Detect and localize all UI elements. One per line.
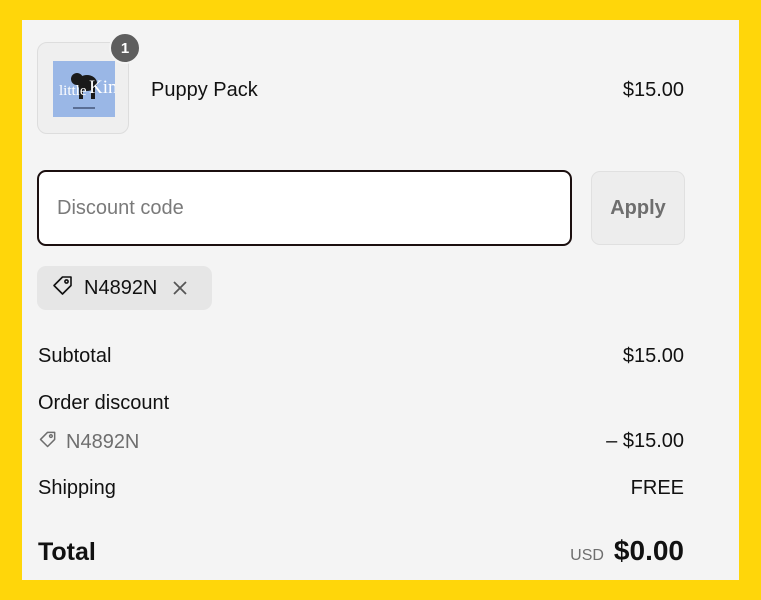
discount-code-input[interactable] xyxy=(37,170,572,246)
tag-icon xyxy=(38,429,58,455)
close-icon xyxy=(173,281,188,295)
product-image-art: little Kin xyxy=(53,61,115,117)
apply-button[interactable]: Apply xyxy=(591,171,685,245)
shipping-value: FREE xyxy=(630,477,684,499)
order-summary-panel: little Kin 1 Puppy Pack $15.00 Apply N48… xyxy=(22,20,739,580)
order-discount-label: Order discount xyxy=(38,392,170,414)
product-name: Puppy Pack xyxy=(151,79,258,101)
shipping-label: Shipping xyxy=(38,477,116,499)
svg-text:little: little xyxy=(59,83,87,99)
subtotal-value: $15.00 xyxy=(622,345,684,367)
total-value: USD $0.00 xyxy=(570,535,684,567)
total-amount: $0.00 xyxy=(613,535,684,566)
product-price: $15.00 xyxy=(622,79,684,101)
applied-discount-chip: N4892N xyxy=(37,266,212,310)
subtotal-label: Subtotal xyxy=(38,345,112,367)
total-label: Total xyxy=(38,538,96,566)
applied-discount-code: N4892N xyxy=(84,276,158,299)
order-discount-code-row: N4892N xyxy=(38,429,139,455)
quantity-badge: 1 xyxy=(109,32,141,64)
order-discount-value: – $15.00 xyxy=(606,430,684,452)
tag-icon xyxy=(51,273,75,303)
total-currency: USD xyxy=(570,547,604,564)
order-discount-code: N4892N xyxy=(66,430,140,453)
remove-discount-button[interactable] xyxy=(171,279,189,297)
product-image: little Kin xyxy=(53,61,115,117)
svg-text:Kin: Kin xyxy=(89,77,115,98)
